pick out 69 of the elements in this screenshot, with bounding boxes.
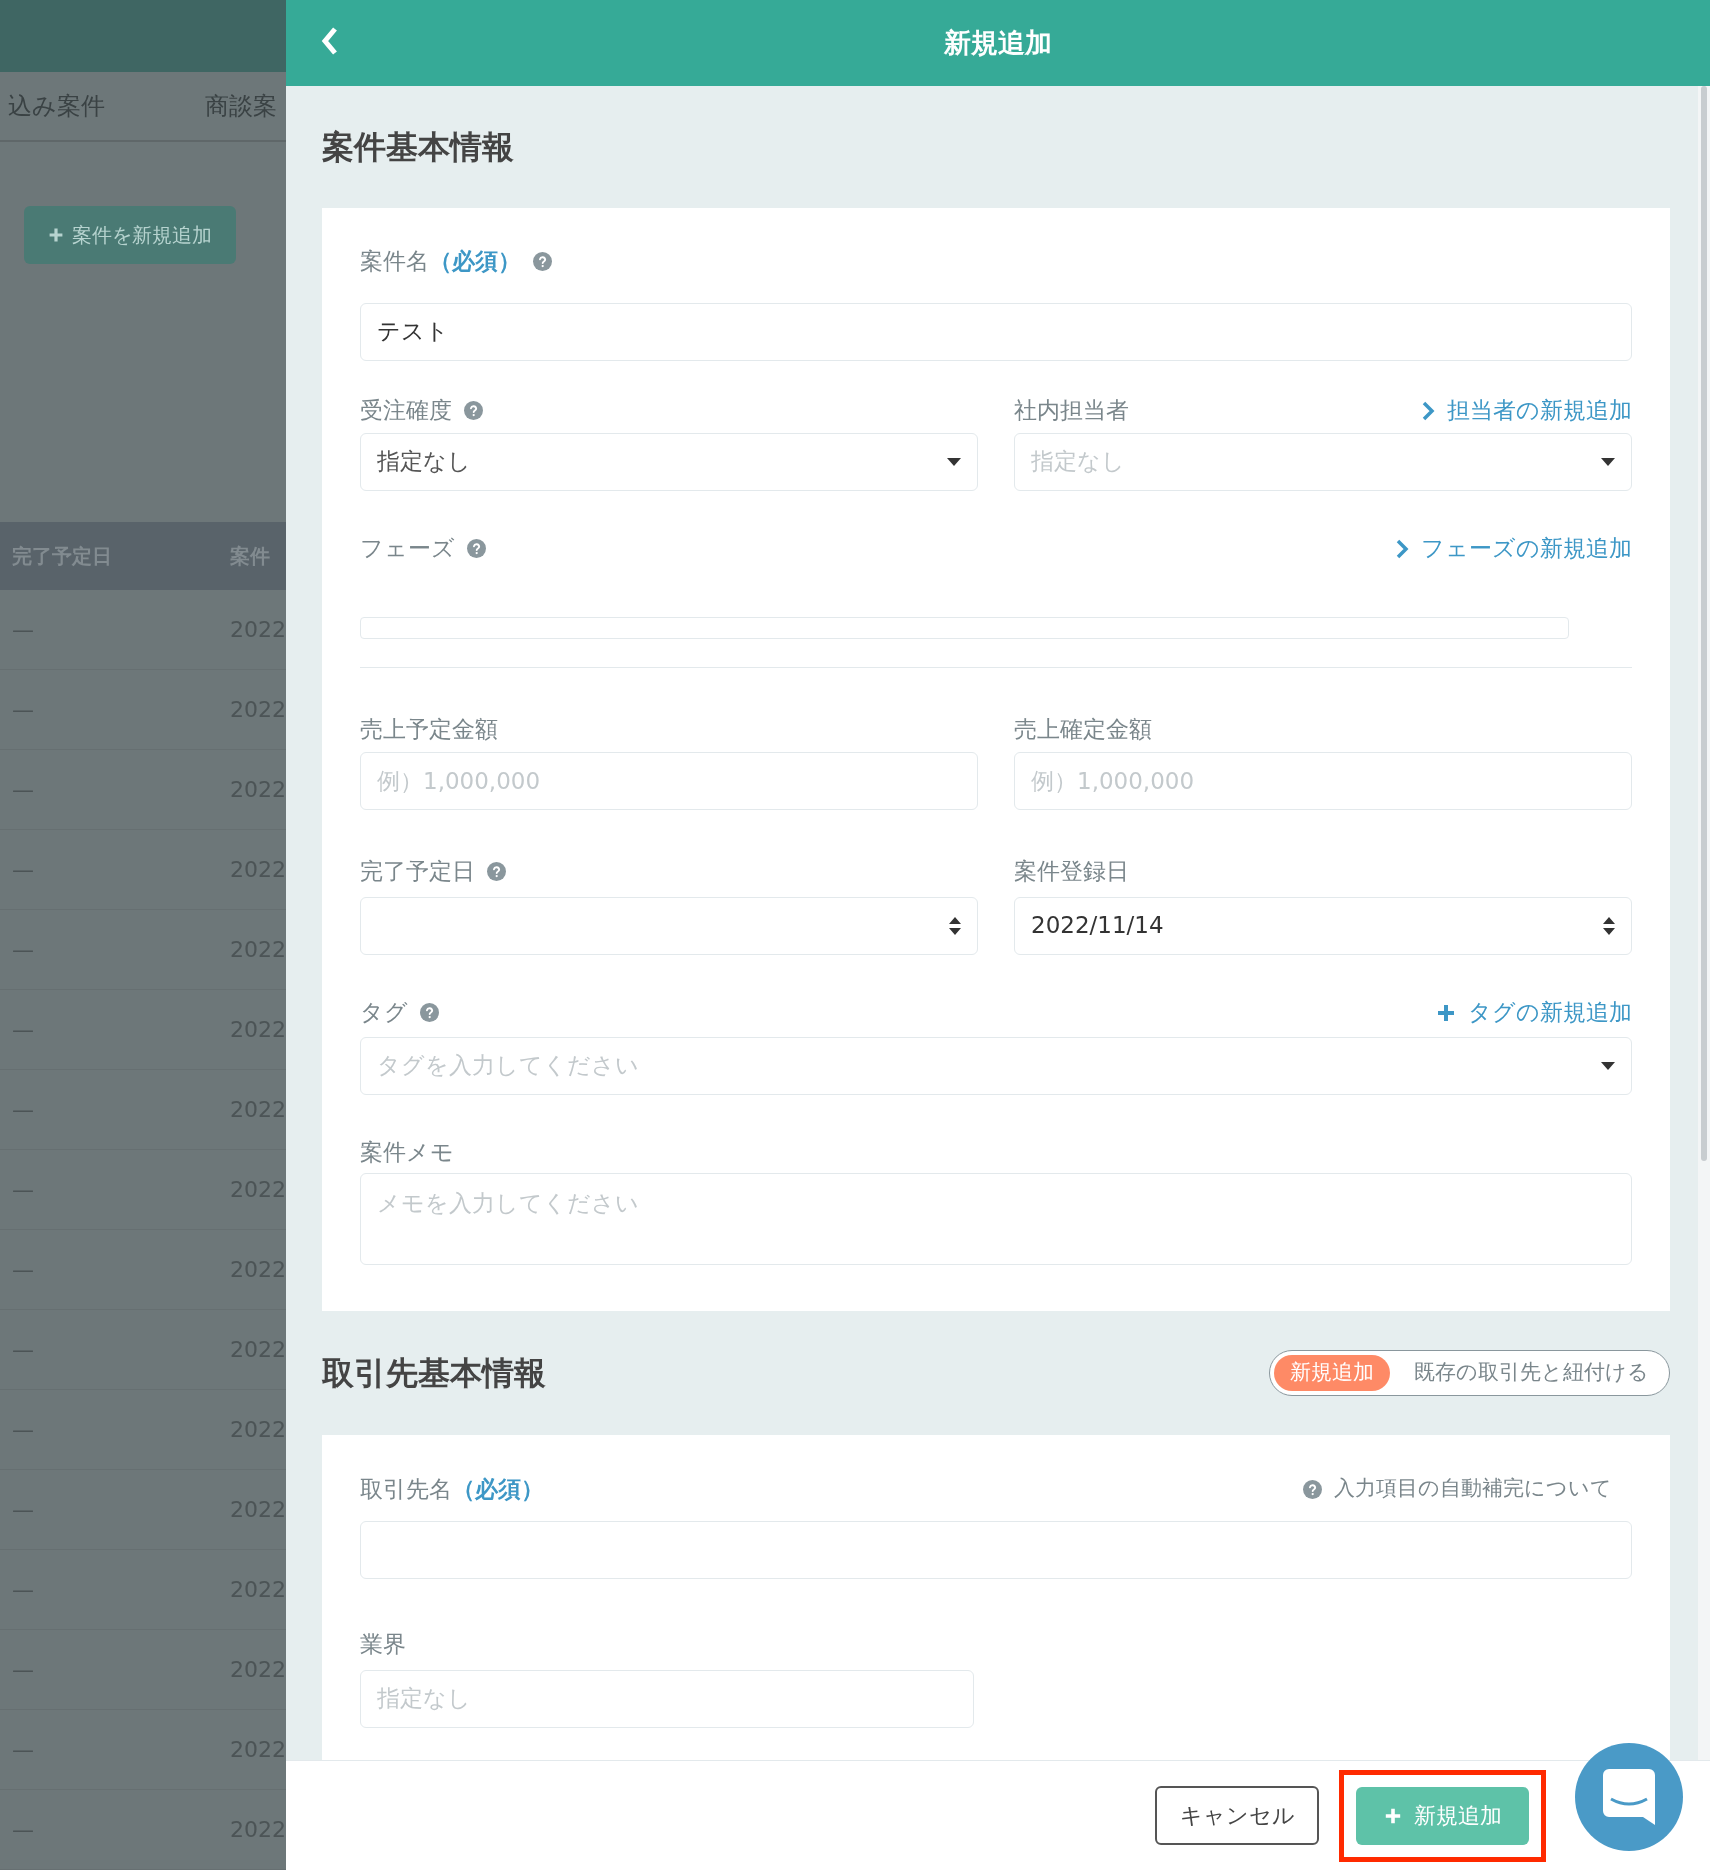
- add-link[interactable]: タグの新規追加: [1468, 995, 1632, 1030]
- field-label: 案件名（必須）: [360, 247, 521, 276]
- field-label: 受注確度: [360, 396, 452, 426]
- probability-select[interactable]: 指定なし: [360, 432, 978, 491]
- table-cell-text: —: [11, 1336, 35, 1364]
- field-label: フェーズ: [360, 534, 455, 564]
- chevron-right-icon: [1421, 400, 1435, 421]
- memo-textarea[interactable]: メモを入力してください: [360, 1173, 1632, 1265]
- field-label: タグ: [360, 998, 408, 1028]
- help-link[interactable]: 入力項目の自動補完について: [1334, 1473, 1612, 1505]
- sort-arrows-icon: [1603, 916, 1615, 935]
- field-label: 社内担当者: [1014, 396, 1129, 426]
- plus-icon: [48, 227, 64, 243]
- owner-select[interactable]: 指定なし: [1014, 432, 1632, 491]
- help-icon[interactable]: [464, 401, 483, 420]
- table-cell-text: —: [11, 776, 35, 804]
- field-label: 売上確定金額: [1014, 714, 1152, 744]
- submit-button[interactable]: 新規追加: [1356, 1786, 1529, 1845]
- table-cell-text: —: [11, 1096, 35, 1124]
- scrollbar-thumb[interactable]: [1701, 86, 1707, 1161]
- confirmed-amount-input[interactable]: 例）1,000,000: [1014, 752, 1632, 810]
- add-deal-button[interactable]: 案件を新規追加: [24, 206, 236, 264]
- caret-down-icon: [1601, 1061, 1615, 1070]
- client-name-input[interactable]: [360, 1521, 1632, 1579]
- caret-down-icon: [947, 457, 961, 466]
- chevron-right-icon: [1395, 538, 1409, 559]
- help-icon[interactable]: [533, 251, 552, 271]
- table-cell-text: —: [11, 1016, 35, 1044]
- caret-down-icon: [1601, 457, 1615, 466]
- registered-date-select[interactable]: 2022/11/14: [1014, 896, 1632, 955]
- table-cell-text: —: [11, 616, 35, 644]
- table-cell-text: —: [11, 1496, 35, 1524]
- table-cell-text: —: [11, 1736, 35, 1764]
- table-cell-text: —: [11, 936, 35, 964]
- mode-option[interactable]: 既存の取引先と紐付ける: [1398, 1355, 1665, 1391]
- expected-amount-input[interactable]: 例）1,000,000: [360, 752, 978, 810]
- field-label: 取引先名（必須）: [360, 1474, 544, 1504]
- cancel-button[interactable]: キャンセル: [1155, 1786, 1319, 1845]
- table-cell-text: —: [11, 1816, 35, 1844]
- table-cell-text: —: [11, 1256, 35, 1284]
- field-label: 案件登録日: [1014, 857, 1129, 886]
- add-link[interactable]: 担当者の新規追加: [1447, 393, 1632, 428]
- field-label: 完了予定日: [360, 857, 475, 886]
- field-label: 業界: [360, 1630, 406, 1659]
- help-icon[interactable]: [487, 861, 506, 881]
- table-cell-text: —: [11, 1656, 35, 1684]
- add-link[interactable]: フェーズの新規追加: [1421, 531, 1632, 566]
- field-label: 売上予定金額: [360, 714, 498, 744]
- plus-icon: [1383, 1806, 1402, 1825]
- tags-select[interactable]: タグを入力してください: [360, 1036, 1632, 1095]
- help-icon[interactable]: [420, 1003, 439, 1022]
- section-title: 取引先基本情報: [322, 1353, 546, 1394]
- section-title: 案件基本情報: [322, 127, 515, 168]
- table-cell-text: —: [11, 1576, 35, 1604]
- table-cell-text: —: [11, 1416, 35, 1444]
- help-icon[interactable]: [1303, 1479, 1322, 1499]
- help-icon[interactable]: [467, 539, 486, 558]
- table-cell-text: —: [11, 696, 35, 724]
- deal-name-input[interactable]: テスト: [360, 302, 1632, 361]
- table-cell-text: —: [11, 1176, 35, 1204]
- back-icon[interactable]: [320, 26, 340, 56]
- chat-icon: [1603, 1769, 1655, 1825]
- mode-option[interactable]: 新規追加: [1274, 1355, 1390, 1391]
- plus-icon: [1436, 1002, 1456, 1023]
- industry-select[interactable]: 指定なし: [360, 1669, 974, 1728]
- table-cell-text: —: [11, 856, 35, 884]
- panel-title: 新規追加: [944, 25, 1052, 60]
- field-label: 案件メモ: [360, 1137, 454, 1167]
- sort-arrows-icon: [949, 916, 961, 935]
